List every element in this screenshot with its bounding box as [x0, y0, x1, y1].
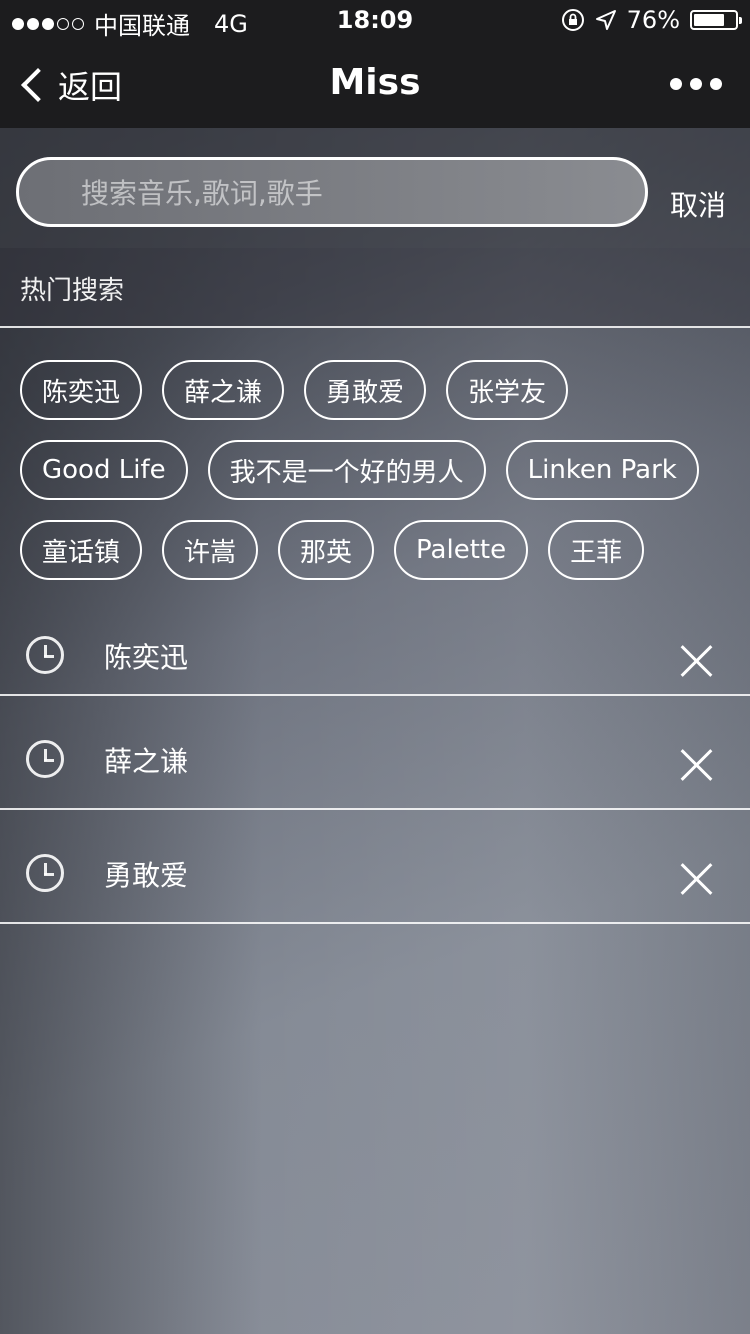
- battery-fill: [694, 14, 725, 26]
- status-right: 76%: [561, 6, 742, 34]
- history-item[interactable]: 陈奕迅: [0, 612, 750, 696]
- close-icon[interactable]: [680, 862, 714, 896]
- search-box: [16, 157, 648, 227]
- history-item-label: 陈奕迅: [104, 641, 189, 674]
- page-title: Miss: [329, 62, 421, 103]
- battery-icon: [690, 10, 742, 30]
- hot-tag[interactable]: Linken Park: [505, 440, 699, 500]
- clock-icon: [26, 636, 64, 674]
- hot-search-header: 热门搜索: [0, 248, 750, 328]
- orientation-lock-icon: [561, 9, 584, 31]
- navigation-bar: 返回 Miss: [0, 40, 750, 128]
- tag-row: 童话镇 许嵩 那英 Palette 王菲: [20, 520, 740, 580]
- hot-tag[interactable]: Palette: [394, 520, 529, 580]
- hot-tag[interactable]: 陈奕迅: [20, 360, 143, 420]
- battery-percent: 76%: [626, 6, 680, 34]
- history-item[interactable]: 勇敢爱: [0, 810, 750, 924]
- search-area: 取消: [0, 128, 750, 248]
- hot-tag[interactable]: 许嵩: [162, 520, 259, 580]
- hot-tag[interactable]: 薛之谦: [162, 360, 285, 420]
- close-icon[interactable]: [680, 748, 714, 782]
- hot-search-title: 热门搜索: [20, 276, 125, 306]
- history-item-label: 薛之谦: [104, 745, 189, 778]
- clock-icon: [26, 854, 64, 892]
- history-item-label: 勇敢爱: [104, 859, 189, 892]
- more-options-icon[interactable]: [670, 78, 722, 90]
- tag-row: 陈奕迅 薛之谦 勇敢爱 张学友: [20, 360, 740, 420]
- tag-row: Good Life 我不是一个好的男人 Linken Park: [20, 440, 740, 500]
- search-input[interactable]: [79, 160, 623, 226]
- location-icon: [595, 10, 616, 30]
- cancel-button[interactable]: 取消: [670, 184, 726, 224]
- search-history-list: 陈奕迅 薛之谦 勇敢爱: [0, 612, 750, 924]
- hot-tag[interactable]: 童话镇: [20, 520, 143, 580]
- close-icon[interactable]: [680, 644, 714, 678]
- status-bar: 中国联通 4G 18:09 76%: [0, 0, 750, 40]
- hot-tag[interactable]: 王菲: [548, 520, 645, 580]
- clock-icon: [26, 740, 64, 778]
- hot-tag[interactable]: 勇敢爱: [304, 360, 427, 420]
- hot-tag[interactable]: 那英: [278, 520, 375, 580]
- history-item[interactable]: 薛之谦: [0, 696, 750, 810]
- hot-tag[interactable]: 张学友: [446, 360, 569, 420]
- hot-tag[interactable]: Good Life: [20, 440, 188, 500]
- hot-search-tags: 陈奕迅 薛之谦 勇敢爱 张学友 Good Life 我不是一个好的男人 Link…: [20, 360, 740, 600]
- hot-tag[interactable]: 我不是一个好的男人: [207, 440, 486, 500]
